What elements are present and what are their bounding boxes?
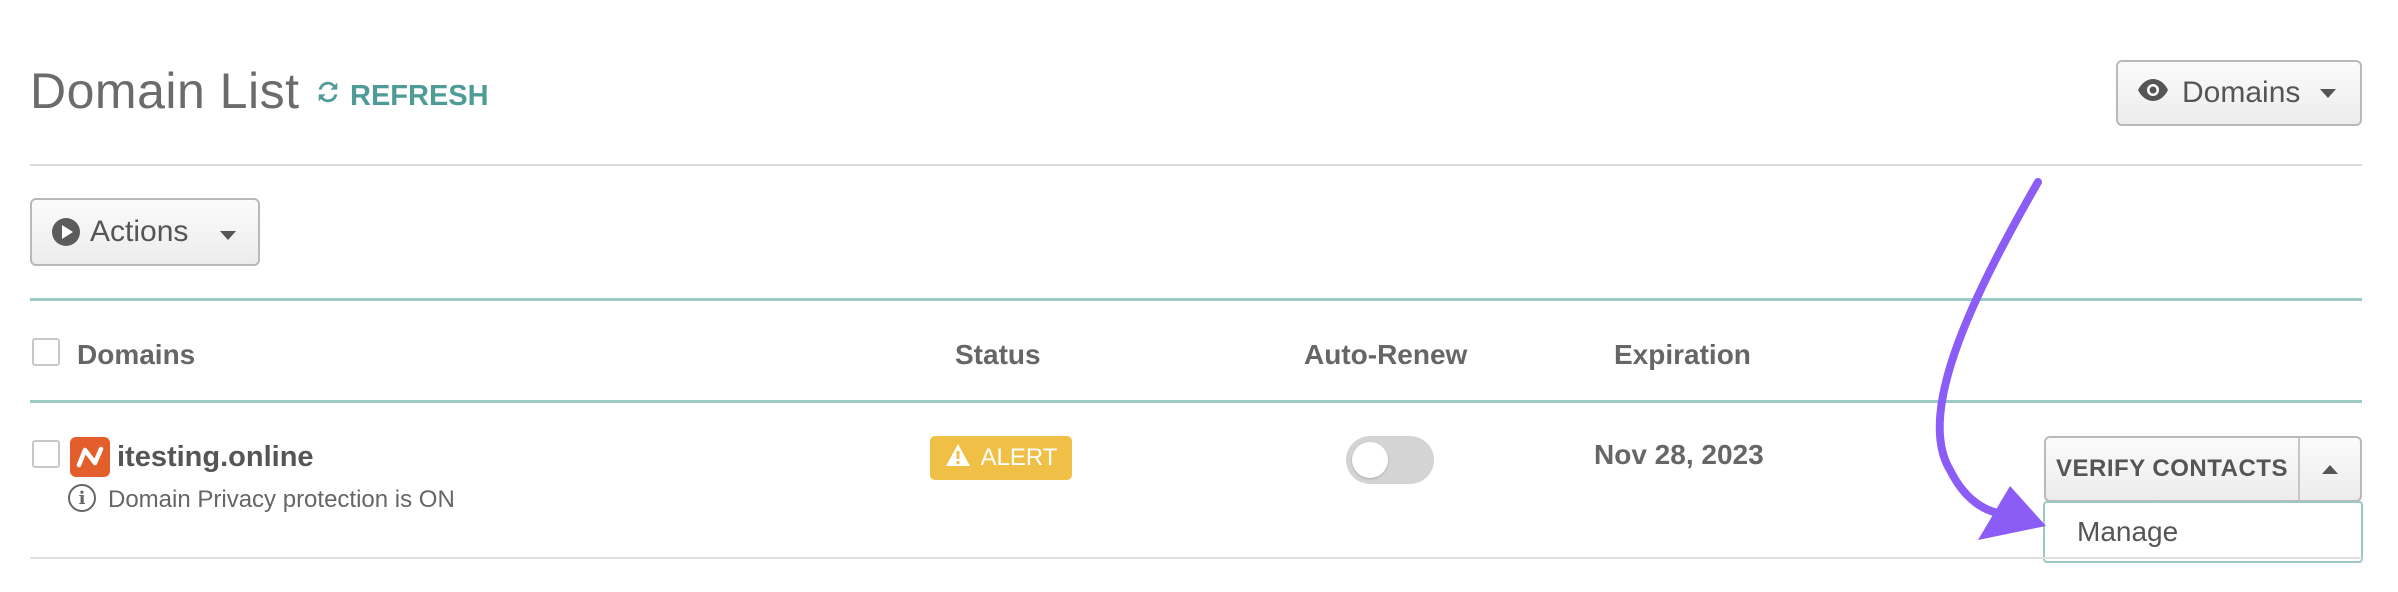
- view-dropdown[interactable]: Domains: [2116, 60, 2362, 126]
- select-all-checkbox[interactable]: [32, 338, 60, 366]
- view-dropdown-label: Domains: [2182, 76, 2301, 109]
- column-header-domains[interactable]: Domains: [77, 339, 195, 371]
- menu-item-manage[interactable]: Manage: [2043, 501, 2363, 563]
- privacy-note: Domain Privacy protection is ON: [108, 486, 455, 513]
- status-badge-label: ALERT: [980, 444, 1058, 471]
- header-divider: [30, 164, 2362, 166]
- row-checkbox[interactable]: [32, 440, 60, 468]
- table-header-border: [30, 400, 2362, 403]
- column-header-auto-renew[interactable]: Auto-Renew: [1304, 339, 1467, 371]
- play-circle-icon: [52, 218, 80, 246]
- expiration-date: Nov 28, 2023: [1594, 439, 1764, 470]
- warning-icon: [945, 443, 971, 474]
- toggle-knob: [1352, 442, 1388, 478]
- row-divider: [30, 557, 2362, 559]
- chevron-up-icon: [2322, 464, 2338, 474]
- column-header-expiration[interactable]: Expiration: [1614, 339, 1751, 371]
- page-title: Domain List: [30, 63, 300, 119]
- column-header-status[interactable]: Status: [955, 339, 1041, 371]
- eye-icon: [2136, 76, 2170, 110]
- verify-contacts-split-button: VERIFY CONTACTS: [2044, 436, 2362, 502]
- info-icon: i: [68, 484, 96, 512]
- chevron-down-icon: [220, 231, 236, 240]
- table-top-border: [30, 298, 2362, 301]
- domain-name-link[interactable]: itesting.online: [117, 441, 314, 474]
- refresh-label: REFRESH: [350, 79, 489, 112]
- verify-contacts-button[interactable]: VERIFY CONTACTS: [2046, 438, 2298, 500]
- actions-label: Actions: [90, 215, 189, 248]
- refresh-button[interactable]: REFRESH: [314, 78, 489, 114]
- actions-dropdown[interactable]: Actions: [30, 198, 260, 266]
- chevron-down-icon: [2320, 88, 2337, 98]
- auto-renew-toggle[interactable]: [1346, 436, 1434, 484]
- refresh-icon: [314, 78, 342, 114]
- status-badge[interactable]: ALERT: [930, 436, 1072, 480]
- row-menu-toggle[interactable]: [2298, 438, 2360, 500]
- domain-logo-icon: [70, 437, 110, 477]
